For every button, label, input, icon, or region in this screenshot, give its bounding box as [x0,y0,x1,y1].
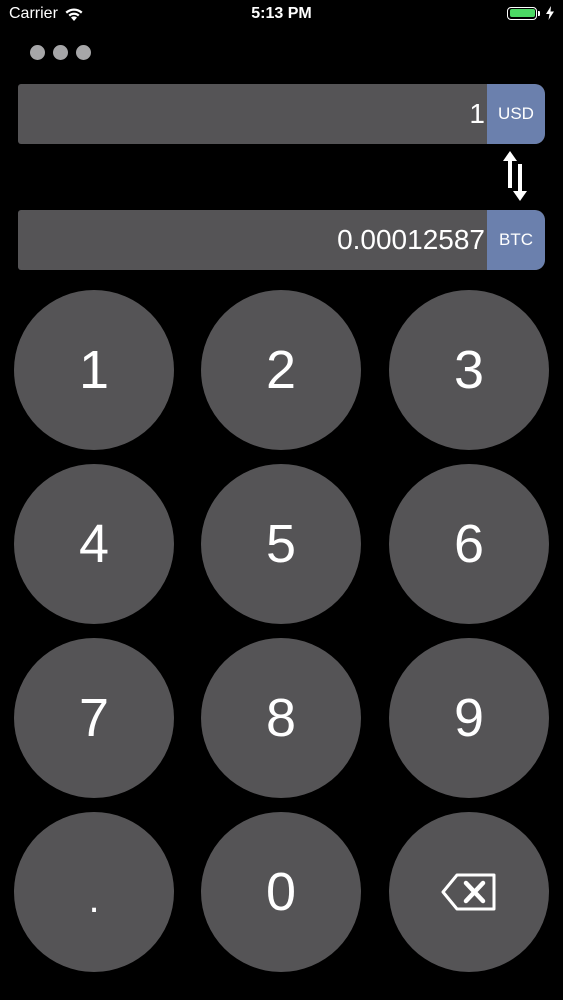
status-bar: Carrier 5:13 PM [0,0,563,30]
to-amount-field[interactable]: 0.00012587 BTC [18,210,545,270]
key-label: 5 [265,514,297,574]
key-9[interactable]: 9 [389,638,549,798]
key-label: 1 [78,340,110,400]
key-1[interactable]: 1 [14,290,174,450]
key-label: 6 [453,514,485,574]
key-2[interactable]: 2 [201,290,361,450]
dot [53,45,68,60]
key-decimal[interactable]: . [14,812,174,972]
backspace-icon [441,873,496,911]
battery-fill [509,9,535,17]
from-amount-field[interactable]: 1 USD [18,84,545,144]
key-label: 0 [265,862,297,922]
key-label: 8 [265,688,297,748]
key-4[interactable]: 4 [14,464,174,624]
from-currency-label: USD [498,104,534,123]
key-7[interactable]: 7 [14,638,174,798]
key-0[interactable]: 0 [201,812,361,972]
battery-indicator [507,6,555,20]
key-label: 4 [78,514,110,574]
to-currency-label: BTC [499,230,533,249]
status-time: 5:13 PM [251,5,312,22]
dot [30,45,45,60]
key-label: 3 [453,340,485,400]
key-6[interactable]: 6 [389,464,549,624]
key-label: 9 [453,688,485,748]
swap-arrows-icon [503,151,527,201]
to-amount-value: 0.00012587 [337,224,485,255]
bolt-icon [546,6,554,20]
from-currency-button[interactable]: USD [487,84,545,144]
more-dots-icon[interactable] [30,45,91,60]
key-8[interactable]: 8 [201,638,361,798]
key-label: 2 [265,340,297,400]
key-5[interactable]: 5 [201,464,361,624]
to-currency-button[interactable]: BTC [487,210,545,270]
swap-button[interactable] [501,148,529,204]
from-amount-value: 1 [469,98,485,129]
key-3[interactable]: 3 [389,290,549,450]
key-label: . [88,877,100,921]
key-label: 7 [78,688,110,748]
backspace-button[interactable] [389,812,549,972]
battery-icon [507,6,540,20]
dot [76,45,91,60]
